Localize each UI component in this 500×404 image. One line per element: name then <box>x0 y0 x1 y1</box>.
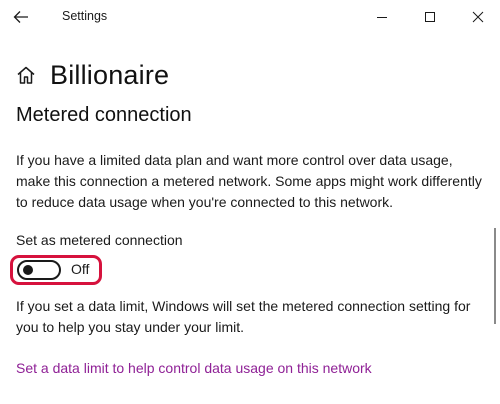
minimize-icon <box>377 17 387 18</box>
toggle-state-text: Off <box>71 261 90 277</box>
maximize-button[interactable] <box>415 2 445 32</box>
metered-connection-toggle[interactable] <box>17 260 61 280</box>
title-bar: Settings <box>0 0 500 34</box>
page-header: Billionaire <box>16 57 169 93</box>
scrollbar[interactable] <box>494 228 496 324</box>
home-icon[interactable] <box>16 64 38 86</box>
metered-description: If you have a limited data plan and want… <box>16 152 482 210</box>
back-arrow-icon <box>13 11 28 23</box>
maximize-icon <box>425 12 435 22</box>
toggle-knob <box>23 265 33 275</box>
close-icon <box>472 11 484 23</box>
section-heading: Metered connection <box>16 104 192 126</box>
app-title: Settings <box>62 9 108 23</box>
page-title: Billionaire <box>50 59 170 90</box>
back-button[interactable] <box>8 4 34 30</box>
data-limit-info: If you set a data limit, Windows will se… <box>16 298 471 335</box>
set-data-limit-link[interactable]: Set a data limit to help control data us… <box>16 360 372 376</box>
close-button[interactable] <box>463 2 493 32</box>
metered-toggle-label: Set as metered connection <box>16 232 183 248</box>
minimize-button[interactable] <box>367 2 397 32</box>
